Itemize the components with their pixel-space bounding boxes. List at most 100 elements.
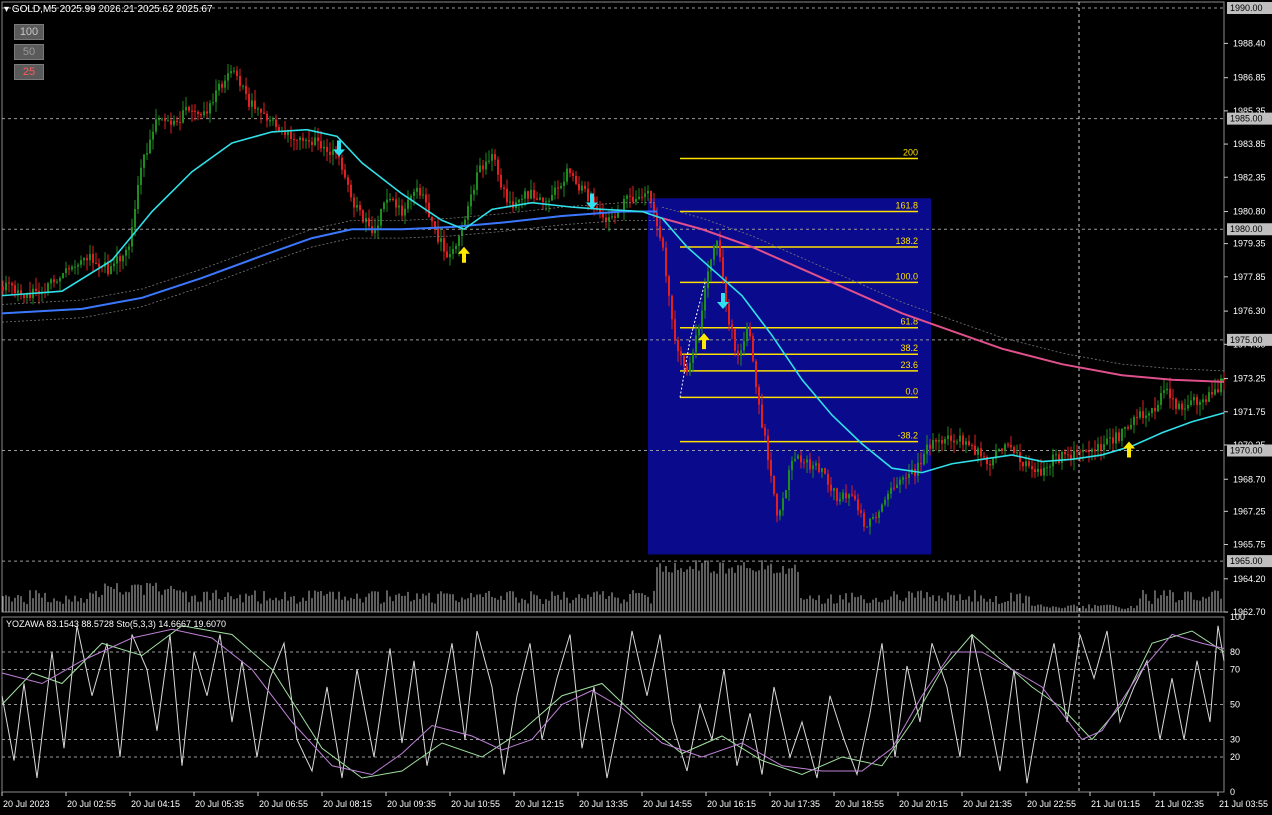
symbol-text: GOLD,M5 2025.99 2026.21 2025.62 2025.67 bbox=[11, 4, 213, 15]
candle-body bbox=[299, 137, 301, 141]
candle-body bbox=[836, 488, 838, 502]
candle-body bbox=[215, 90, 217, 103]
candle-body bbox=[704, 288, 706, 311]
level-50-button[interactable]: 50 bbox=[14, 44, 44, 60]
candle-body bbox=[1091, 449, 1093, 453]
candle-body bbox=[383, 202, 385, 209]
candle-body bbox=[722, 257, 724, 277]
candle-body bbox=[626, 195, 628, 199]
candle-body bbox=[1169, 388, 1171, 399]
candle-body bbox=[308, 140, 310, 142]
candle-body bbox=[407, 199, 409, 209]
candle-body bbox=[314, 137, 316, 146]
candle-body bbox=[665, 247, 667, 277]
candle-body bbox=[926, 444, 928, 454]
candle-body bbox=[575, 175, 577, 184]
candle-body bbox=[950, 435, 952, 441]
candle-body bbox=[476, 172, 478, 190]
fibonacci-level-label: 138.2 bbox=[895, 236, 918, 246]
collapse-triangle-icon[interactable]: ▾ bbox=[4, 4, 9, 15]
level-25-button[interactable]: 25 bbox=[14, 64, 44, 80]
candle-body bbox=[200, 113, 202, 116]
trading-chart[interactable]: 200161.8138.2100.061.838.223.60.0-38.219… bbox=[0, 0, 1272, 815]
time-axis-label: 20 Jul 04:15 bbox=[131, 799, 180, 809]
candle-body bbox=[401, 205, 403, 216]
candle-body bbox=[980, 448, 982, 457]
candle-body bbox=[182, 110, 184, 123]
candle-body bbox=[533, 189, 535, 199]
candle-body bbox=[797, 455, 799, 459]
candle-body bbox=[1211, 392, 1213, 395]
candle-body bbox=[1058, 454, 1060, 463]
candle-body bbox=[392, 198, 394, 200]
candle-body bbox=[536, 198, 538, 200]
candle-body bbox=[746, 326, 748, 342]
candle-body bbox=[62, 273, 64, 279]
candle-body bbox=[230, 71, 232, 74]
candle-body bbox=[413, 191, 415, 196]
candle-body bbox=[1025, 461, 1027, 467]
candle-body bbox=[851, 494, 853, 496]
candle-body bbox=[563, 181, 565, 186]
candle-body bbox=[635, 198, 637, 202]
candle-body bbox=[1073, 450, 1075, 460]
candle-body bbox=[1205, 399, 1207, 402]
time-axis-label: 20 Jul 06:55 bbox=[259, 799, 308, 809]
candle-body bbox=[95, 263, 97, 265]
candle-body bbox=[1049, 466, 1051, 468]
candle-body bbox=[1037, 468, 1039, 473]
candle-body bbox=[317, 137, 319, 142]
candle-body bbox=[977, 448, 979, 455]
price-axis-label: 1973.25 bbox=[1233, 374, 1266, 384]
candle-body bbox=[545, 201, 547, 203]
candle-body bbox=[272, 119, 274, 121]
candle-body bbox=[164, 118, 166, 121]
candle-body bbox=[929, 444, 931, 449]
candle-body bbox=[614, 216, 616, 218]
buy-arrow-icon bbox=[1123, 441, 1135, 458]
candle-body bbox=[1127, 426, 1129, 429]
candle-body bbox=[5, 282, 7, 291]
candle-body bbox=[1001, 448, 1003, 452]
candle-body bbox=[983, 456, 985, 458]
envelope-upper-line bbox=[1, 202, 657, 305]
candle-body bbox=[779, 510, 781, 516]
candle-body bbox=[65, 268, 67, 274]
candle-body bbox=[629, 195, 631, 197]
time-axis-label: 20 Jul 10:55 bbox=[451, 799, 500, 809]
candle-body bbox=[251, 100, 253, 107]
candle-body bbox=[1064, 451, 1066, 455]
candle-body bbox=[437, 227, 439, 242]
candle-body bbox=[218, 83, 220, 91]
time-axis-label: 20 Jul 2023 bbox=[3, 799, 50, 809]
candle-body bbox=[23, 295, 25, 298]
candle-body bbox=[641, 196, 643, 198]
candle-body bbox=[521, 198, 523, 200]
candle-body bbox=[938, 440, 940, 442]
time-axis-label: 20 Jul 08:15 bbox=[323, 799, 372, 809]
candle-body bbox=[1184, 408, 1186, 410]
candle-body bbox=[311, 141, 313, 146]
candle-body bbox=[602, 213, 604, 218]
candle-body bbox=[1055, 454, 1057, 456]
candle-body bbox=[494, 154, 496, 160]
candle-body bbox=[776, 493, 778, 516]
fibonacci-level-label: 0.0 bbox=[905, 386, 918, 396]
level-100-button[interactable]: 100 bbox=[14, 24, 44, 40]
time-axis-label: 20 Jul 22:55 bbox=[1027, 799, 1076, 809]
candle-body bbox=[197, 111, 199, 114]
candle-body bbox=[1202, 399, 1204, 403]
candle-body bbox=[1178, 403, 1180, 410]
candle-body bbox=[2, 286, 4, 291]
candle-body bbox=[368, 217, 370, 227]
candle-body bbox=[329, 151, 331, 155]
candle-body bbox=[47, 283, 49, 293]
candle-body bbox=[728, 303, 730, 325]
fibonacci-box[interactable] bbox=[648, 198, 931, 555]
candle-body bbox=[35, 288, 37, 292]
candle-body bbox=[263, 112, 265, 114]
candle-body bbox=[77, 264, 79, 267]
price-highlight-label: 1990.00 bbox=[1230, 3, 1263, 13]
candle-body bbox=[1079, 451, 1081, 453]
main-pane-frame bbox=[1, 1, 1225, 613]
